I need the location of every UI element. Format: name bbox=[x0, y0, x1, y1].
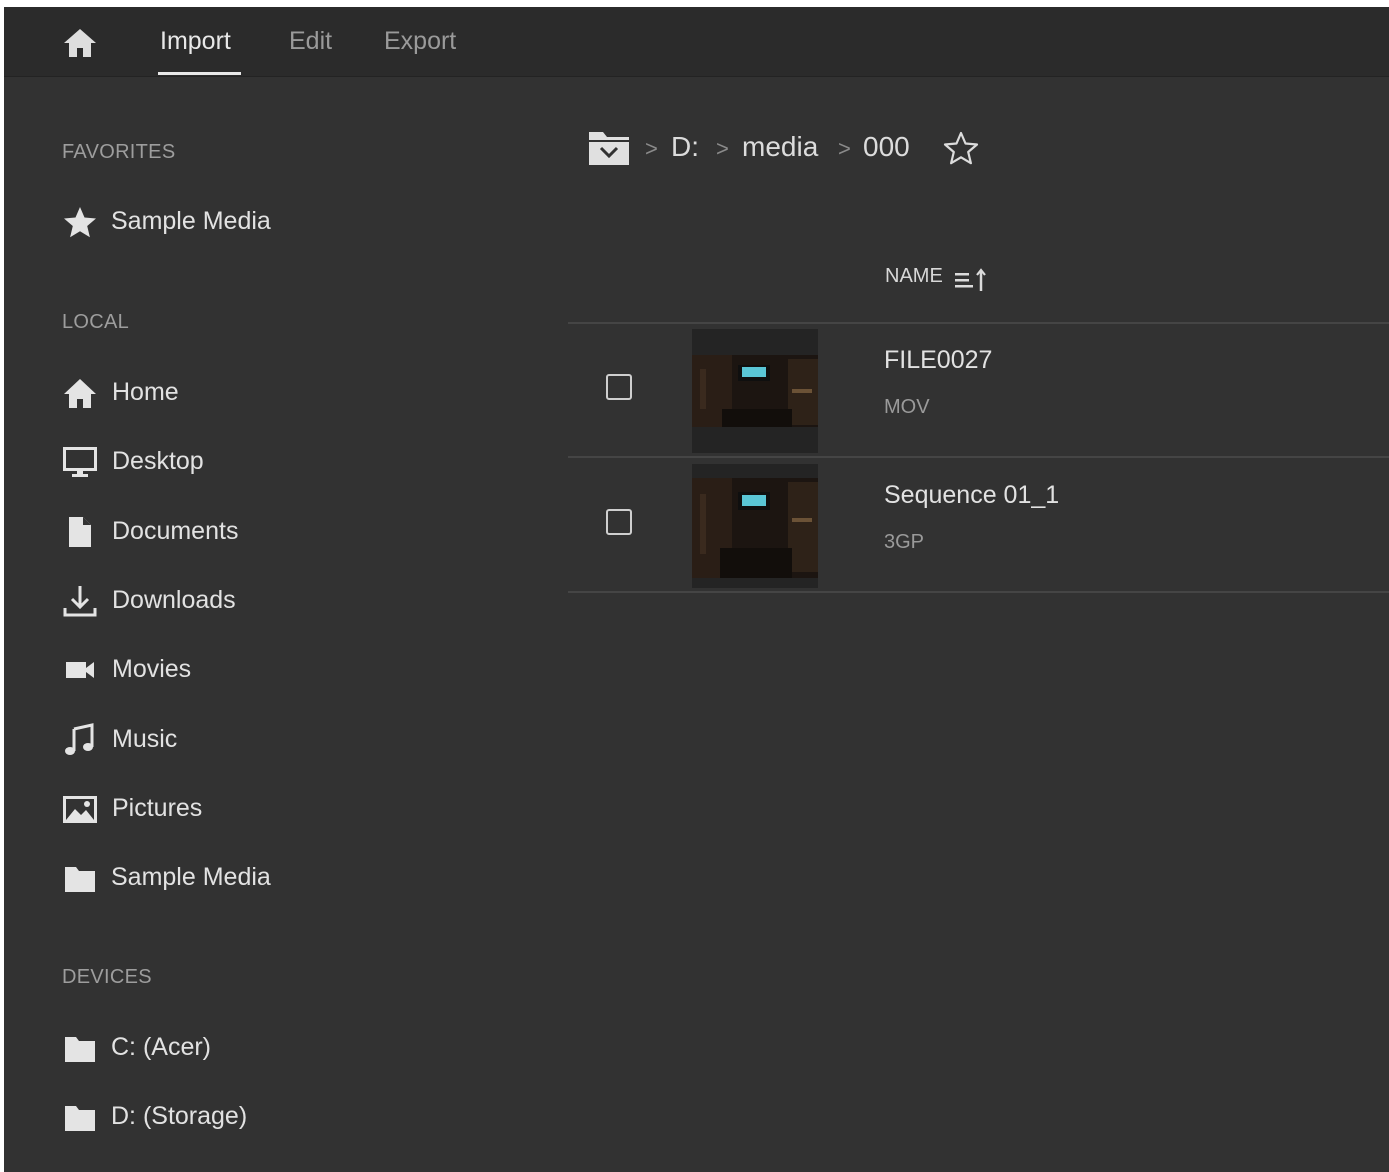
file-select-checkbox[interactable] bbox=[606, 509, 632, 535]
download-icon bbox=[63, 586, 97, 617]
sidebar-item-label: D: (Storage) bbox=[111, 1102, 248, 1130]
sort-button[interactable] bbox=[953, 267, 989, 293]
file-row[interactable]: FILE0027 MOV bbox=[568, 324, 1389, 457]
favorite-button[interactable] bbox=[942, 130, 980, 166]
file-type: 3GP bbox=[884, 531, 925, 553]
music-note-icon bbox=[65, 723, 94, 755]
sidebar-item-label: C: (Acer) bbox=[111, 1033, 211, 1061]
breadcrumb-item-media[interactable]: media bbox=[742, 131, 818, 163]
file-name: FILE0027 bbox=[884, 346, 993, 374]
thumbnail-image bbox=[692, 464, 818, 588]
folder-icon bbox=[65, 867, 95, 892]
star-outline-icon bbox=[943, 131, 979, 165]
sidebar-item-documents[interactable]: Documents bbox=[58, 509, 358, 553]
document-icon bbox=[69, 517, 91, 547]
list-divider bbox=[568, 591, 1389, 593]
top-nav-bar: Import Edit Export bbox=[4, 7, 1389, 77]
import-window: Import Edit Export FAVORITES Sample Medi… bbox=[4, 7, 1389, 1172]
breadcrumb-separator: > bbox=[645, 136, 658, 161]
star-icon bbox=[64, 207, 96, 238]
breadcrumb-item-d-drive[interactable]: D: bbox=[671, 131, 699, 163]
home-button[interactable] bbox=[62, 27, 98, 59]
video-thumbnail[interactable] bbox=[692, 464, 818, 588]
sidebar-item-drive-d[interactable]: D: (Storage) bbox=[58, 1094, 358, 1138]
sidebar-item-label: Music bbox=[112, 725, 178, 753]
sidebar-item-music[interactable]: Music bbox=[58, 717, 358, 761]
home-icon bbox=[64, 29, 96, 57]
sidebar-item-label: Desktop bbox=[112, 447, 204, 475]
list-divider bbox=[568, 456, 1389, 458]
sidebar-item-desktop[interactable]: Desktop bbox=[58, 439, 358, 483]
breadcrumb-item-000[interactable]: 000 bbox=[863, 131, 910, 163]
sidebar-item-label: Home bbox=[112, 378, 179, 406]
home-icon bbox=[64, 379, 96, 408]
sidebar-item-label: Movies bbox=[112, 655, 192, 683]
breadcrumb-separator: > bbox=[838, 136, 851, 161]
sidebar-item-downloads[interactable]: Downloads bbox=[58, 578, 358, 622]
folder-dropdown-icon bbox=[589, 132, 629, 165]
sidebar-item-favorite-sample-media[interactable]: Sample Media bbox=[58, 199, 358, 243]
devices-section-header: DEVICES bbox=[62, 966, 152, 988]
sidebar-item-drive-c[interactable]: C: (Acer) bbox=[58, 1025, 358, 1069]
sidebar-item-sample-media[interactable]: Sample Media bbox=[58, 855, 358, 899]
favorites-section-header: FAVORITES bbox=[62, 141, 176, 163]
video-thumbnail[interactable] bbox=[692, 329, 818, 453]
file-type: MOV bbox=[884, 396, 930, 418]
sort-ascending-icon bbox=[955, 268, 986, 291]
file-row[interactable]: Sequence 01_1 3GP bbox=[568, 459, 1389, 592]
sidebar-item-pictures[interactable]: Pictures bbox=[58, 786, 358, 830]
active-tab-indicator bbox=[158, 72, 241, 75]
tab-edit[interactable]: Edit bbox=[289, 27, 332, 56]
file-name: Sequence 01_1 bbox=[884, 481, 1060, 509]
sidebar-item-label: Documents bbox=[112, 517, 239, 545]
tab-import[interactable]: Import bbox=[160, 27, 231, 56]
sidebar-item-label: Sample Media bbox=[111, 207, 271, 235]
video-camera-icon bbox=[66, 662, 94, 678]
sidebar-item-label: Pictures bbox=[112, 794, 203, 822]
picture-icon bbox=[63, 796, 97, 823]
thumbnail-image bbox=[692, 329, 818, 453]
desktop-icon bbox=[63, 447, 97, 477]
sidebar-item-label: Sample Media bbox=[111, 863, 271, 891]
breadcrumb-separator: > bbox=[716, 136, 729, 161]
file-select-checkbox[interactable] bbox=[606, 374, 632, 400]
folder-icon bbox=[65, 1037, 95, 1062]
folder-picker-button[interactable] bbox=[587, 129, 631, 167]
tab-export[interactable]: Export bbox=[384, 27, 456, 56]
folder-icon bbox=[65, 1106, 95, 1131]
sidebar-item-home[interactable]: Home bbox=[58, 370, 358, 414]
name-column-header[interactable]: NAME bbox=[885, 265, 943, 288]
local-section-header: LOCAL bbox=[62, 311, 130, 333]
sidebar-item-movies[interactable]: Movies bbox=[58, 647, 358, 691]
sidebar-item-label: Downloads bbox=[112, 586, 236, 614]
